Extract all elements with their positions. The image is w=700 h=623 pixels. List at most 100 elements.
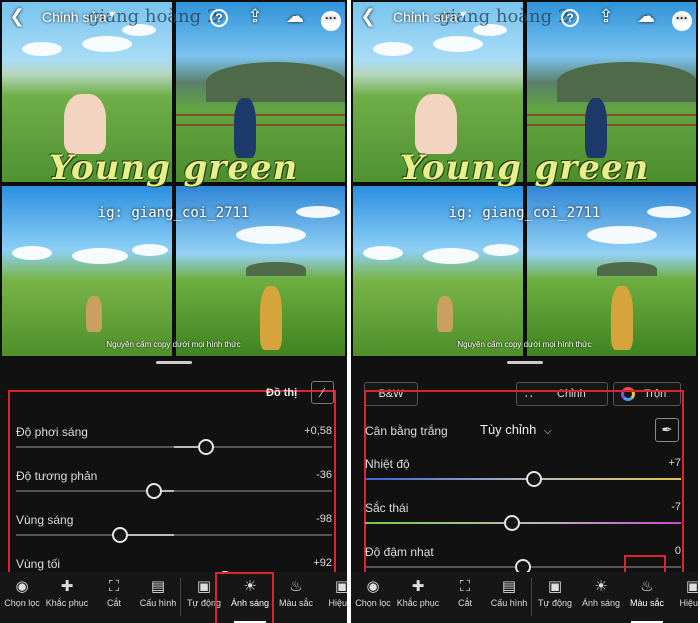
edit-title[interactable]: Chỉnh sửa xyxy=(42,9,107,25)
light-icon: ☀ xyxy=(594,578,608,595)
tool-label: Khắc phục xyxy=(396,598,440,608)
slider-track[interactable] xyxy=(365,515,681,531)
highlight-box-tool xyxy=(215,572,274,623)
photo-preview[interactable]: giang hoàng 2 Young green ig: giang_coi_… xyxy=(0,0,347,357)
panel-drag-handle[interactable] xyxy=(156,361,192,364)
back-arrow-icon[interactable]: ❮ xyxy=(6,5,28,27)
eyedropper-icon[interactable]: ✒ xyxy=(655,418,679,442)
slider-label: Vùng tối xyxy=(16,557,61,571)
tool-label: Cấu hình xyxy=(490,598,528,608)
help-icon[interactable]: ? xyxy=(559,5,581,27)
tool-label: Hiệu ứ xyxy=(328,598,347,608)
top-bar: ❮ Chỉnh sửa ▾ ? ⇪ ☁ ··· xyxy=(0,0,347,34)
slider-label: Độ đậm nhạt xyxy=(365,545,434,559)
more-icon[interactable]: ··· xyxy=(671,5,693,31)
color-icon: ♨ xyxy=(289,578,303,595)
tool-selective[interactable]: ◉ Chọn lọc xyxy=(0,576,46,608)
profile-icon: ▤ xyxy=(150,578,166,595)
left-editor-panel: giang hoàng 2 Young green ig: giang_coi_… xyxy=(0,0,347,623)
photo-preview[interactable]: giang hoàng 2 Young green ig: giang_coi_… xyxy=(351,0,698,357)
tool-selective[interactable]: ◉ Chọn lọc xyxy=(351,576,397,608)
photo-title-overlay: Young green xyxy=(48,148,299,188)
white-balance-value: Tùy chỉnh xyxy=(480,422,537,437)
selective-icon: ◉ xyxy=(366,578,380,595)
tool-profile[interactable]: ▤ Cấu hình xyxy=(134,576,182,608)
slider-row: Độ phơi sáng +0,58 xyxy=(16,425,332,455)
tool-color[interactable]: ♨ Màu sắc xyxy=(272,576,320,608)
slider-value[interactable]: -7 xyxy=(671,501,681,513)
slider-thumb[interactable] xyxy=(146,483,163,499)
bottom-toolbar: ◉ Chọn lọc ✚ Khắc phục ⛶ Cắt ▤ Cấu hình ▣ Tự động… xyxy=(351,572,698,623)
tool-color[interactable]: ♨ Màu sắc xyxy=(623,576,671,608)
top-bar: ❮ Chỉnh sửa ▾ ? ⇪ ☁ ··· xyxy=(351,0,698,34)
more-icon[interactable]: ··· xyxy=(320,5,342,31)
auto-icon: ▣ xyxy=(547,578,563,595)
slider-row: Độ tương phản -36 xyxy=(16,469,332,499)
tool-heal[interactable]: ✚ Khắc phục xyxy=(394,576,442,608)
slider-thumb[interactable] xyxy=(198,439,215,455)
tool-label: Cắt xyxy=(457,598,472,608)
profile-icon: ▤ xyxy=(501,578,517,595)
heal-icon: ✚ xyxy=(60,578,74,595)
edit-title[interactable]: Chỉnh sửa xyxy=(393,9,458,25)
curve-label[interactable]: Đồ thị xyxy=(266,387,297,399)
slider-row: Vùng sáng -98 xyxy=(16,513,332,543)
tool-crop[interactable]: ⛶ Cắt xyxy=(441,576,489,608)
slider-thumb[interactable] xyxy=(526,471,543,487)
tool-label: Cắt xyxy=(106,598,121,608)
slider-label: Vùng sáng xyxy=(16,513,74,527)
chevron-down-icon[interactable]: ▾ xyxy=(109,7,115,21)
toolbar-separator xyxy=(531,578,532,616)
tool-light[interactable]: ☀ Ánh sáng xyxy=(577,576,625,608)
photo-watermark: Nguyên cấm copy dưới mọi hình thức xyxy=(457,340,592,349)
chevron-down-icon[interactable]: ▾ xyxy=(460,7,466,21)
toolbar-separator xyxy=(180,578,181,616)
slider-thumb[interactable] xyxy=(111,527,128,543)
slider-value[interactable]: -98 xyxy=(316,513,332,525)
cloud-sync-icon[interactable]: ☁ xyxy=(635,5,657,27)
slider-label: Độ tương phản xyxy=(16,469,98,483)
slider-value[interactable]: -36 xyxy=(316,469,332,481)
tool-auto[interactable]: ▣ Tự động xyxy=(531,576,579,608)
share-icon[interactable]: ⇪ xyxy=(595,5,617,27)
panel-drag-handle[interactable] xyxy=(507,361,543,364)
share-icon[interactable]: ⇪ xyxy=(244,5,266,27)
slider-track[interactable] xyxy=(16,527,332,543)
crop-icon: ⛶ xyxy=(108,578,120,595)
effects-icon: ▣ xyxy=(685,578,698,595)
slider-row: Nhiệt độ +7 xyxy=(365,457,681,487)
white-balance-label: Cân bằng trắng xyxy=(365,424,448,438)
tool-label: Chọn lọc xyxy=(355,598,391,608)
slider-label: Sắc thái xyxy=(365,501,409,515)
slider-track[interactable] xyxy=(16,483,332,499)
slider-value[interactable]: 0 xyxy=(675,545,681,557)
slider-track[interactable] xyxy=(365,471,681,487)
cloud-sync-icon[interactable]: ☁ xyxy=(284,5,306,27)
back-arrow-icon[interactable]: ❮ xyxy=(357,5,379,27)
slider-label: Độ phơi sáng xyxy=(16,425,88,439)
tool-effects[interactable]: ▣ Hiệu ứ xyxy=(669,576,698,608)
tool-crop[interactable]: ⛶ Cắt xyxy=(90,576,138,608)
slider-value[interactable]: +7 xyxy=(668,457,681,469)
curve-icon[interactable]: ∕ xyxy=(311,381,334,404)
slider-label: Nhiệt độ xyxy=(365,457,410,471)
photo-title-overlay: Young green xyxy=(399,148,650,188)
slider-thumb[interactable] xyxy=(503,515,520,531)
bottom-toolbar: ◉ Chọn lọc ✚ Khắc phục ⛶ Cắt ▤ Cấu hình ▣ Tự động… xyxy=(0,572,347,623)
slider-value[interactable]: +92 xyxy=(313,557,332,569)
chevron-down-icon: ⌵ xyxy=(544,426,552,437)
slider-value[interactable]: +0,58 xyxy=(304,425,332,437)
photo-watermark: Nguyên cấm copy dưới mọi hình thức xyxy=(106,340,241,349)
white-balance-dropdown[interactable]: Tùy chỉnh ⌵ xyxy=(480,422,552,437)
tool-effects[interactable]: ▣ Hiệu ứ xyxy=(318,576,347,608)
tool-label: Cấu hình xyxy=(139,598,177,608)
tool-label: Hiệu ứ xyxy=(679,598,698,608)
tool-label: Tự động xyxy=(537,598,573,608)
slider-track[interactable] xyxy=(16,439,332,455)
tool-label: Chọn lọc xyxy=(4,598,40,608)
help-icon[interactable]: ? xyxy=(208,5,230,27)
tool-profile[interactable]: ▤ Cấu hình xyxy=(485,576,533,608)
tool-label: Khắc phục xyxy=(45,598,89,608)
tool-heal[interactable]: ✚ Khắc phục xyxy=(43,576,91,608)
photo-ig-handle: ig: giang_coi_2711 xyxy=(448,205,601,221)
